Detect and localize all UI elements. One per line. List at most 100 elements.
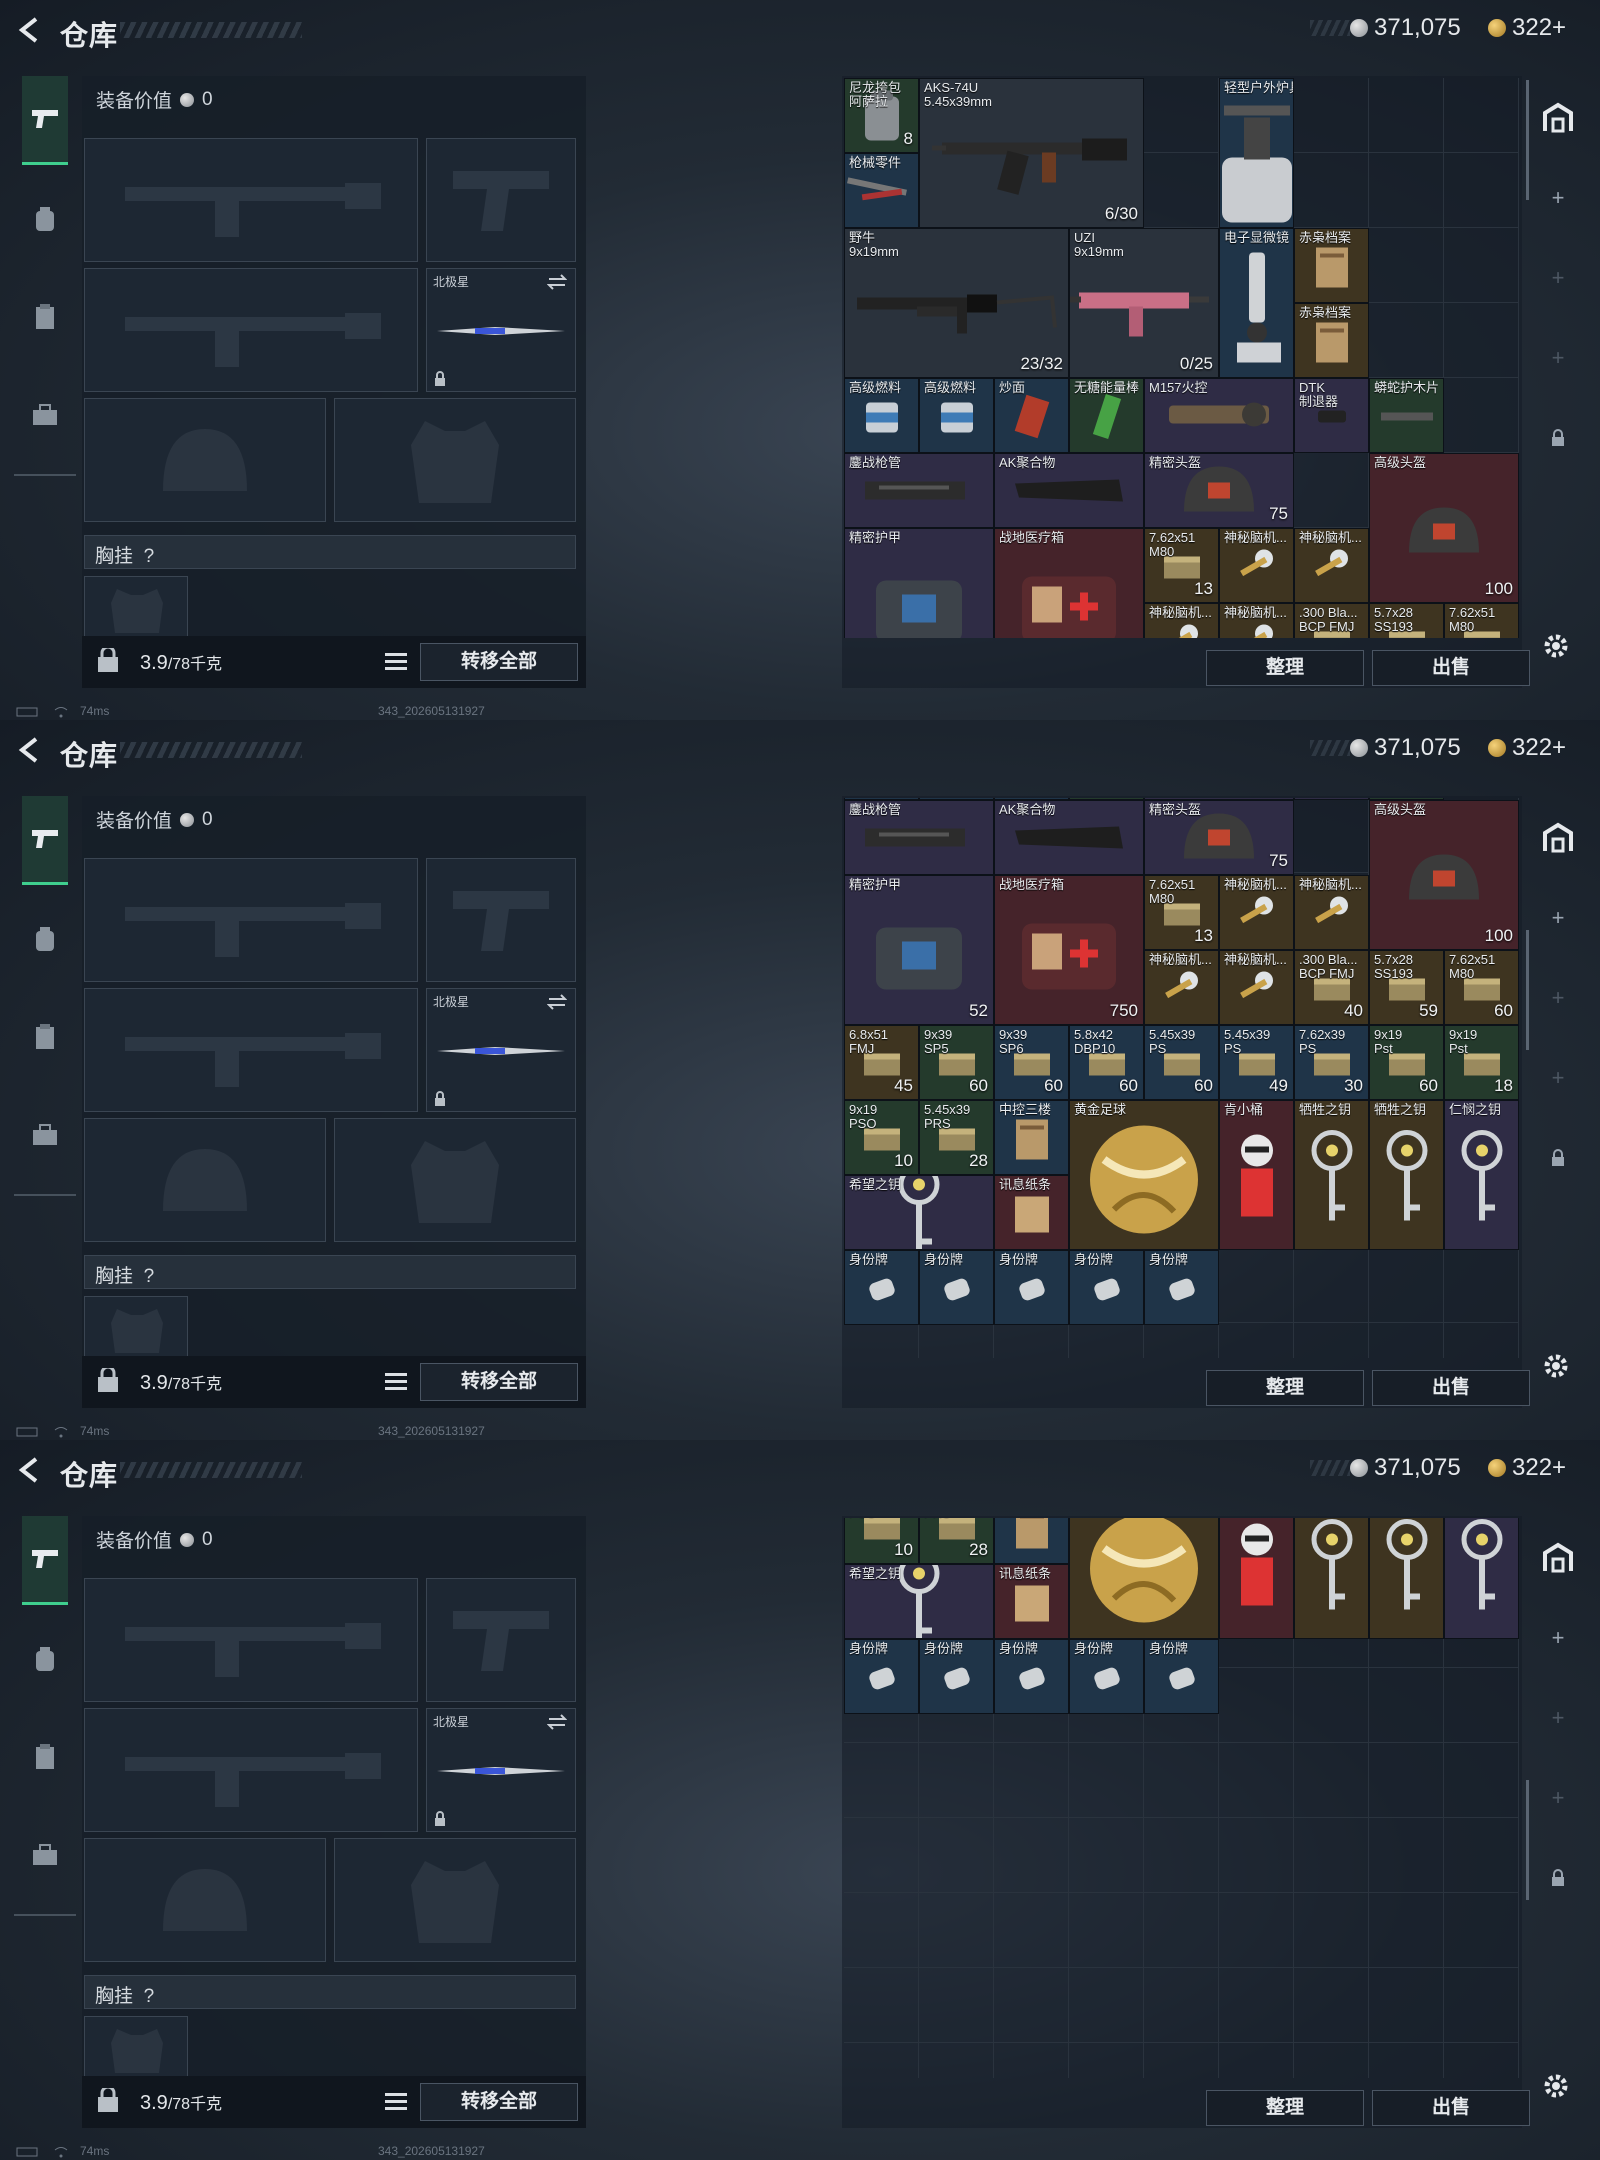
back-arrow-icon[interactable] [16,16,42,44]
stash-item-a57[interactable]: 5.7x28 SS193 59 [1369,603,1444,638]
stash-grid[interactable]: 9x19 PSO 10 5.45x39 PRS 28 中控三楼 黄金足球 肯小桶… [844,1518,1520,2078]
stash-item-medkit[interactable]: 战地医疗箱 750 [994,875,1144,1025]
stash-item-bison[interactable]: 野牛 9x19mm 23/32 [844,228,1069,378]
back-arrow-icon[interactable] [16,736,42,764]
gold-currency[interactable]: 322+ [1488,734,1566,762]
tab-items[interactable] [22,392,68,438]
stash-item-gel3[interactable]: 神秘脑机... [1144,603,1219,638]
tab-items[interactable] [22,1832,68,1878]
warehouse-icon[interactable] [1538,98,1578,138]
stash-item-a919a[interactable]: 9x19 Pst 60 [1369,1025,1444,1100]
stash-item-tag5[interactable]: 身份牌 [1144,1639,1219,1714]
stash-item-medkit[interactable]: 战地医疗箱 750 [994,528,1144,638]
tab-armor[interactable] [22,916,68,962]
sort-button[interactable]: 整理 [1206,650,1364,686]
stash-item-tag1[interactable]: 身份牌 [844,1639,919,1714]
chest-rig-slot[interactable] [84,1296,188,1358]
stash-item-aks[interactable]: AKS-74U 5.45x39mm 6/30 [919,78,1144,228]
swap-icon[interactable] [547,1713,567,1731]
list-icon[interactable] [382,2088,410,2114]
stash-scrollbar[interactable] [1526,80,1529,200]
stash-item-ball[interactable]: 黄金足球 [1069,1100,1219,1250]
stash-item-gel1[interactable]: 神秘脑机... [1219,875,1294,950]
armor-slot[interactable] [334,398,576,522]
stash-item-a919c[interactable]: 9x19 PSO 10 [844,1518,919,1564]
stash-item-tag4[interactable]: 身份牌 [1069,1639,1144,1714]
stash-item-a919sp[interactable]: 9x39 SP5 60 [919,1025,994,1100]
stash-item-fileb[interactable]: 中控三楼 [994,1100,1069,1175]
stash-item-hope[interactable]: 希望之钥 [844,1175,994,1250]
gear-icon[interactable] [1540,2070,1572,2102]
stash-item-file1[interactable]: 赤枭档案 [1294,228,1369,303]
stash-item-tag4[interactable]: 身份牌 [1069,1250,1144,1325]
stash-item-dtk[interactable]: DTK 制退器 [1294,378,1369,453]
transfer-all-button[interactable]: 转移全部 [420,643,578,681]
stash-item-tag3[interactable]: 身份牌 [994,1639,1069,1714]
primary-weapon-slot[interactable] [84,1578,418,1702]
armor-slot[interactable] [334,1838,576,1962]
stash-item-a762b[interactable]: 7.62x51 M80 60 [1444,603,1519,638]
secondary-weapon-slot[interactable] [84,988,418,1112]
primary-weapon-slot[interactable] [84,858,418,982]
help-icon[interactable]: ? [144,546,155,567]
swap-icon[interactable] [547,993,567,1011]
secondary-weapon-slot[interactable] [84,268,418,392]
lock-icon[interactable] [1538,418,1578,458]
secondary-weapon-slot[interactable] [84,1708,418,1832]
stash-item-key2[interactable]: 牺牲之钥 [1369,1518,1444,1639]
stash-item-key1[interactable]: 牺牲之钥 [1294,1518,1369,1639]
stash-item-key3[interactable]: 仁悯之钥 [1444,1518,1519,1639]
stash-item-armor[interactable]: 精密护甲 52 [844,875,994,1025]
stash-item-tag5[interactable]: 身份牌 [1144,1250,1219,1325]
sell-button[interactable]: 出售 [1372,2090,1530,2126]
primary-weapon-slot[interactable] [84,138,418,262]
pistol-slot[interactable] [426,138,576,262]
armor-slot[interactable] [334,1118,576,1242]
stash-item-gel4[interactable]: 神秘脑机... [1219,950,1294,1025]
stash-grid[interactable]: 尼龙挎包 阿萨拉 8 AKS-74U 5.45x39mm 6/30 轻型户外炉具… [844,78,1520,638]
stash-scrollbar[interactable] [1526,1780,1529,1900]
stash-item-tag2[interactable]: 身份牌 [919,1639,994,1714]
tab-supplies[interactable] [22,1014,68,1060]
stash-scrollbar[interactable] [1526,930,1529,1050]
melee-slot[interactable]: 北极星 [426,1708,576,1832]
stash-item-hope[interactable]: 希望之钥 [844,1564,994,1639]
tab-supplies[interactable] [22,1734,68,1780]
stash-item-gel3[interactable]: 神秘脑机... [1144,950,1219,1025]
chest-rig-slot[interactable] [84,2016,188,2078]
stash-item-note[interactable]: 讯息纸条 [994,1175,1069,1250]
stash-item-a545b[interactable]: 5.45x39 PS 49 [1219,1025,1294,1100]
stash-item-a919b[interactable]: 9x19 Pst 18 [1444,1025,1519,1100]
stash-item-gel2[interactable]: 神秘脑机... [1294,875,1369,950]
helmet-slot[interactable] [84,1838,326,1962]
chest-rig-slot[interactable] [84,576,188,638]
add-icon[interactable]: + [1538,1058,1578,1098]
stash-item-guard[interactable]: 鏖战枪管 [844,453,994,528]
stash-item-a300[interactable]: .300 Bla... BCP FMJ 40 [1294,603,1369,638]
back-arrow-icon[interactable] [16,1456,42,1484]
gear-icon[interactable] [1540,630,1572,662]
stash-item-a919sp2[interactable]: 9x39 SP6 60 [994,1025,1069,1100]
tab-armor[interactable] [22,1636,68,1682]
swap-icon[interactable] [547,273,567,291]
transfer-all-button[interactable]: 转移全部 [420,1363,578,1401]
sell-button[interactable]: 出售 [1372,650,1530,686]
pistol-slot[interactable] [426,1578,576,1702]
stash-item-helmet1[interactable]: 精密头盔 75 [1144,453,1294,528]
stash-item-micro[interactable]: 电子显微镜 [1219,228,1294,378]
stash-item-a545a[interactable]: 5.45x39 PS 60 [1144,1025,1219,1100]
stash-item-a57[interactable]: 5.7x28 SS193 59 [1369,950,1444,1025]
stash-item-tag3[interactable]: 身份牌 [994,1250,1069,1325]
stash-item-a58[interactable]: 5.8x42 DBP10 60 [1069,1025,1144,1100]
sort-button[interactable]: 整理 [1206,2090,1364,2126]
stash-item-m157[interactable]: M157火控 [1144,378,1294,453]
stash-item-uzi[interactable]: UZI 9x19mm 0/25 [1069,228,1219,378]
add-icon[interactable]: + [1538,178,1578,218]
stash-item-parts[interactable]: 枪械零件 [844,153,919,228]
stash-item-stove[interactable]: 轻型户外炉具 [1219,78,1294,228]
stash-item-helmet2[interactable]: 高级头盔 100 [1369,453,1519,603]
stash-item-akpoly[interactable]: AK聚合物 [994,453,1144,528]
list-icon[interactable] [382,1368,410,1394]
stash-item-bucket[interactable]: 肯小桶 [1219,1100,1294,1250]
warehouse-icon[interactable] [1538,1538,1578,1578]
